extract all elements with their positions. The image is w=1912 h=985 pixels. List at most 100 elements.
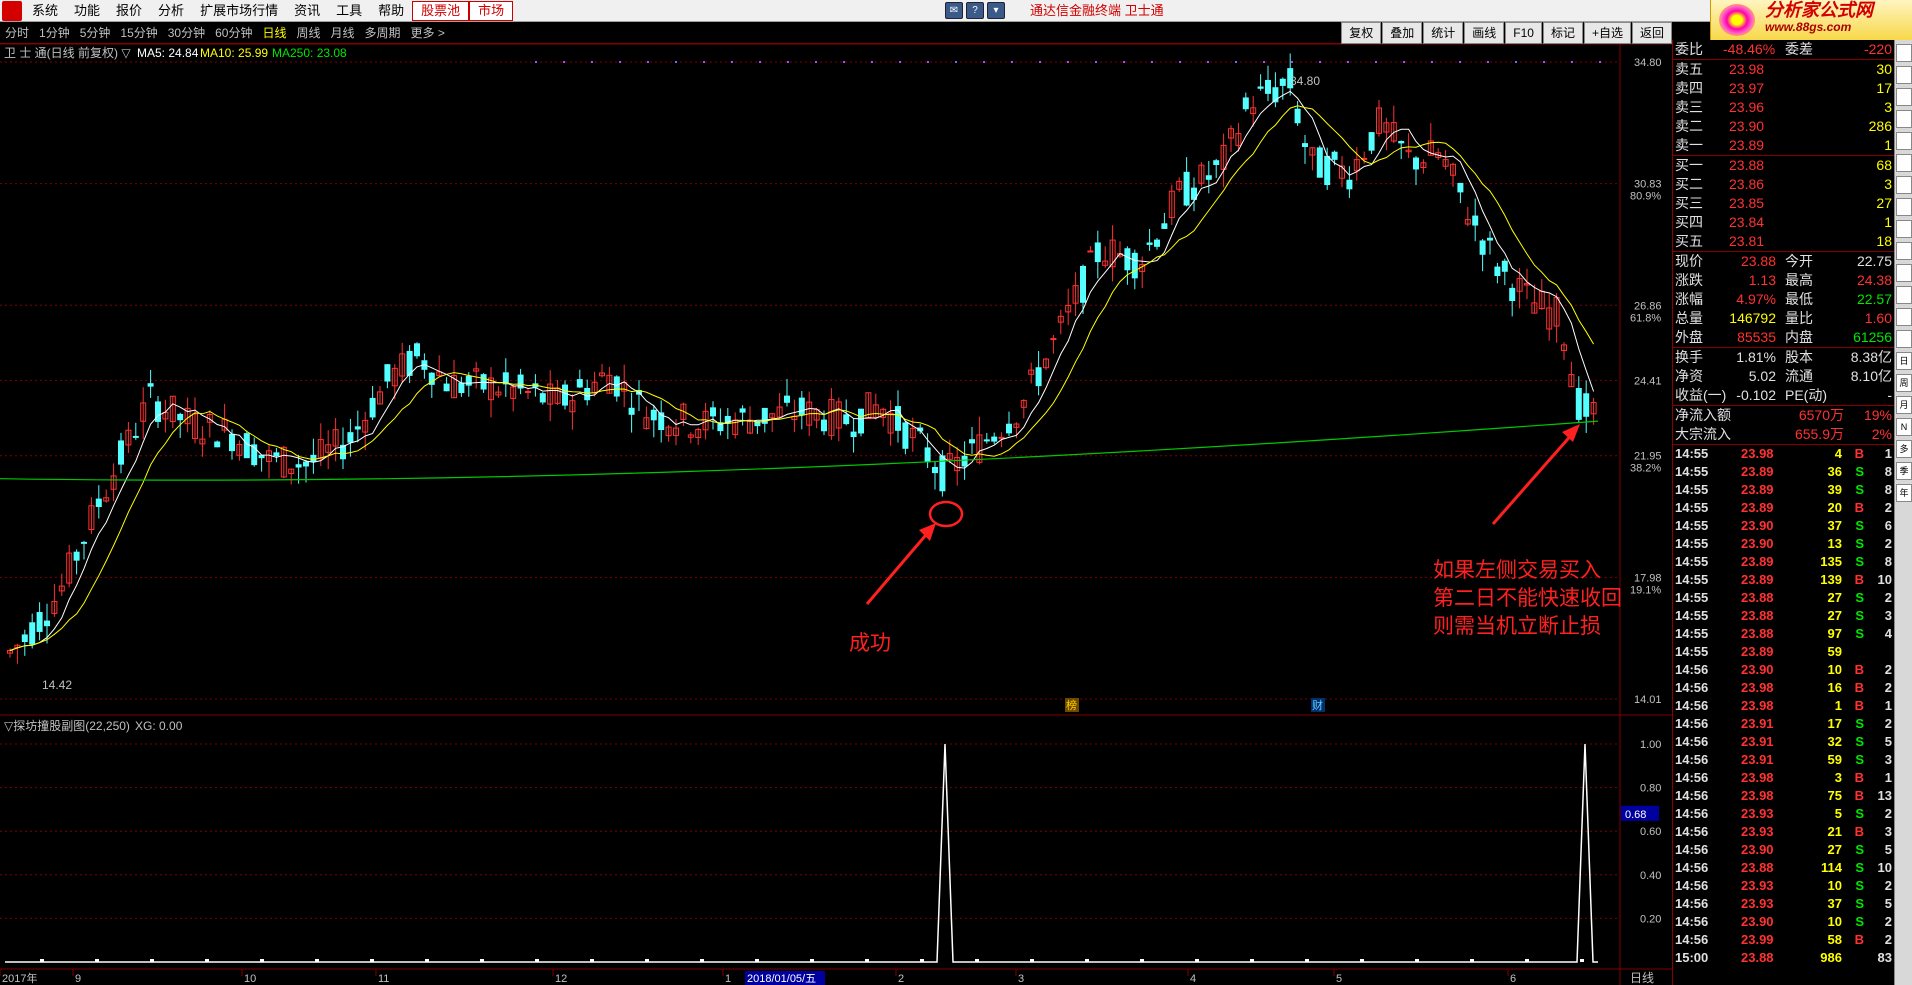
sidebar-tool-icon[interactable]: [1896, 242, 1912, 260]
candle-body: [1161, 223, 1168, 229]
stat-value: 85535: [1737, 329, 1776, 345]
success-circle: [928, 500, 964, 528]
tool-mark[interactable]: 标记: [1542, 22, 1583, 44]
menu-item-quote[interactable]: 报价: [108, 0, 150, 22]
sidebar-tool-icon[interactable]: [1896, 330, 1912, 348]
tick-direction: S: [1855, 536, 1864, 551]
signal-dot: [1291, 61, 1293, 63]
tick-price: 23.98: [1741, 680, 1774, 695]
sidebar-tool-icon[interactable]: [1896, 66, 1912, 84]
signal-dot: [1319, 61, 1321, 63]
success-annotation: 成功: [849, 632, 891, 655]
tab-5min[interactable]: 5分钟: [75, 24, 116, 41]
sidebar-tool-icon[interactable]: [1896, 110, 1912, 128]
menu-item-extended-market[interactable]: 扩展市场行情: [192, 0, 286, 22]
tool-statistics[interactable]: 统计: [1423, 22, 1464, 44]
tab-1min[interactable]: 1分钟: [34, 24, 75, 41]
candle-body: [1472, 215, 1479, 226]
menu-item-help[interactable]: 帮助: [370, 0, 412, 22]
tab-timeshare[interactable]: 分时: [0, 24, 34, 41]
candle-body: [132, 435, 139, 438]
tool-back[interactable]: 返回: [1631, 22, 1672, 44]
sidebar-tool-icon[interactable]: [1896, 176, 1912, 194]
tab-monthly[interactable]: 月线: [326, 24, 360, 41]
sub-chart-title: ▽探坊撞股副图(22,250): [4, 718, 130, 733]
menu-item-stock-pool[interactable]: 股票池: [412, 0, 470, 21]
tick-direction: S: [1855, 464, 1864, 479]
sidebar-tool-icon[interactable]: [1896, 198, 1912, 216]
menu-item-news[interactable]: 资讯: [286, 0, 328, 22]
mail-icon[interactable]: ✉: [945, 2, 963, 19]
sidebar-period-button[interactable]: 年: [1896, 484, 1912, 502]
stat-label: 现价: [1675, 253, 1703, 269]
chart-area[interactable]: 34.80 30.83 80.9% 26.86 61.8% 24.41 21.95 38.2%…: [0, 44, 1672, 985]
sidebar-period-button[interactable]: 多: [1896, 440, 1912, 458]
tool-f10[interactable]: F10: [1505, 22, 1542, 44]
tab-15min[interactable]: 15分钟: [115, 24, 162, 41]
bid-price: 23.81: [1729, 233, 1765, 249]
tick-time: 14:56: [1675, 878, 1709, 893]
tick-count: 5: [1884, 842, 1892, 857]
candle-body: [414, 343, 420, 357]
ask-price: 23.90: [1729, 118, 1765, 134]
sidebar-period-button[interactable]: 月: [1896, 396, 1912, 414]
candle-body: [858, 408, 864, 434]
tick-price: 23.90: [1741, 536, 1774, 551]
tick-count: 13: [1877, 788, 1892, 803]
indicator-tick: 0.20: [1640, 913, 1661, 925]
tick-count: 2: [1884, 500, 1892, 515]
sidebar-period-button[interactable]: 日: [1896, 352, 1912, 370]
menu-item-tools[interactable]: 工具: [328, 0, 370, 22]
sidebar-period-button[interactable]: 季: [1896, 462, 1912, 480]
signal-dot: [815, 61, 817, 63]
sidebar-tool-icon[interactable]: [1896, 220, 1912, 238]
tool-overlay[interactable]: 叠加: [1382, 22, 1423, 44]
stat-label: 收益(一): [1675, 387, 1727, 403]
xg-zero-dot: [425, 959, 429, 962]
sidebar-tool-icon[interactable]: [1896, 154, 1912, 172]
sidebar-tool-icon[interactable]: [1896, 132, 1912, 150]
bid-row: 买一 23.88 68: [1673, 156, 1894, 175]
menu-item-analysis[interactable]: 分析: [150, 0, 192, 22]
tab-60min[interactable]: 60分钟: [210, 24, 257, 41]
xg-zero-dot: [480, 959, 484, 962]
menu-item-function[interactable]: 功能: [66, 0, 108, 22]
tick-time: 14:56: [1675, 770, 1709, 785]
event-marker-1[interactable]: 榜: [1066, 698, 1077, 712]
tab-multi-period[interactable]: 多周期: [360, 24, 406, 41]
sidebar-tool-icon[interactable]: [1896, 44, 1912, 62]
signal-dot: [1599, 61, 1601, 63]
sidebar-tool-icon[interactable]: [1896, 286, 1912, 304]
tab-more[interactable]: 更多 >: [406, 24, 450, 41]
stat-row: 现价 23.88 今开 22.75: [1673, 252, 1894, 271]
date-cursor-label: 2018/01/05/五: [747, 973, 816, 985]
kline-chart-svg[interactable]: 34.80 30.8380.9% 26.8661.8% 24.41 21.9538.2%…: [0, 44, 1672, 985]
dropdown-icon[interactable]: ▾: [987, 2, 1005, 19]
date-label: 9: [75, 973, 81, 985]
signal-dot: [955, 61, 957, 63]
tool-restore-rights[interactable]: 复权: [1341, 22, 1382, 44]
sidebar-tool-icon[interactable]: [1896, 308, 1912, 326]
tab-daily[interactable]: 日线: [257, 24, 291, 41]
candle-body: [147, 383, 154, 387]
ask-price: 23.97: [1729, 80, 1765, 96]
tab-30min[interactable]: 30分钟: [163, 24, 210, 41]
menu-item-market[interactable]: 市场: [469, 0, 514, 21]
tab-weekly[interactable]: 周线: [291, 24, 325, 41]
xg-zero-dot: [1305, 959, 1309, 962]
sidebar-tool-icon[interactable]: [1896, 88, 1912, 106]
tick-count: 2: [1884, 662, 1892, 677]
help-icon[interactable]: ?: [966, 2, 984, 19]
stat-value: 8.38亿: [1850, 349, 1892, 365]
candle-body: [924, 447, 931, 463]
tick-time: 14:56: [1675, 734, 1709, 749]
tick-volume: 97: [1827, 626, 1842, 641]
candle-body: [628, 407, 635, 415]
sidebar-tool-icon[interactable]: [1896, 264, 1912, 282]
event-marker-2[interactable]: 财: [1312, 698, 1323, 712]
sidebar-period-button[interactable]: 周: [1896, 374, 1912, 392]
tool-draw-line[interactable]: 画线: [1464, 22, 1505, 44]
menu-item-system[interactable]: 系统: [24, 0, 66, 22]
sidebar-period-button[interactable]: N: [1896, 418, 1912, 436]
tool-add-watchlist[interactable]: +自选: [1583, 22, 1631, 44]
